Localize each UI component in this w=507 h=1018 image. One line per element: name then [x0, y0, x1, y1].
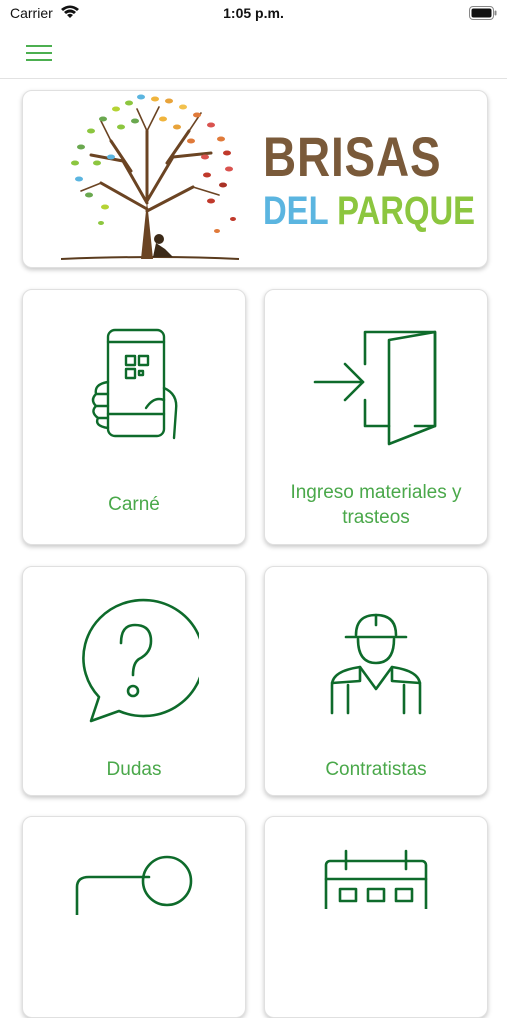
chat-icon: [23, 855, 245, 915]
status-time: 1:05 p.m.: [223, 5, 284, 21]
tile-label-dudas: Dudas: [106, 759, 162, 780]
nav-bar: [0, 28, 507, 79]
tile-ingreso-materiales[interactable]: Ingreso materiales y trasteos: [264, 289, 488, 545]
brand-del: DEL: [263, 189, 329, 233]
battery-icon: [469, 6, 497, 25]
tile-contratistas[interactable]: Contratistas: [264, 566, 488, 796]
brand-line-2: DEL PARQUE: [263, 189, 475, 233]
worker-icon: [265, 607, 487, 719]
tile-calendar[interactable]: [264, 816, 488, 1018]
brand-name: BRISAS DEL PARQUE: [263, 125, 487, 234]
calendar-icon: [265, 849, 487, 909]
brand-line-1: BRISAS: [263, 125, 442, 188]
tile-dudas[interactable]: Dudas: [22, 566, 246, 796]
tile-chat[interactable]: [22, 816, 246, 1018]
phone-qr-icon: [23, 326, 245, 442]
question-bubble-icon: [23, 597, 245, 723]
tile-label-carne: Carné: [108, 494, 160, 515]
brand-parque: PARQUE: [337, 189, 476, 233]
brand-banner: BRISAS DEL PARQUE: [22, 90, 488, 268]
tile-label-contratistas: Contratistas: [325, 759, 427, 780]
tile-carne[interactable]: Carné: [22, 289, 246, 545]
tree-logo-icon: [61, 94, 240, 260]
status-bar: Carrier 1:05 p.m.: [0, 0, 507, 28]
tile-label-ingreso: Ingreso materiales y trasteos: [290, 482, 462, 528]
door-enter-icon: [265, 326, 487, 446]
hamburger-menu-icon[interactable]: [24, 40, 54, 66]
